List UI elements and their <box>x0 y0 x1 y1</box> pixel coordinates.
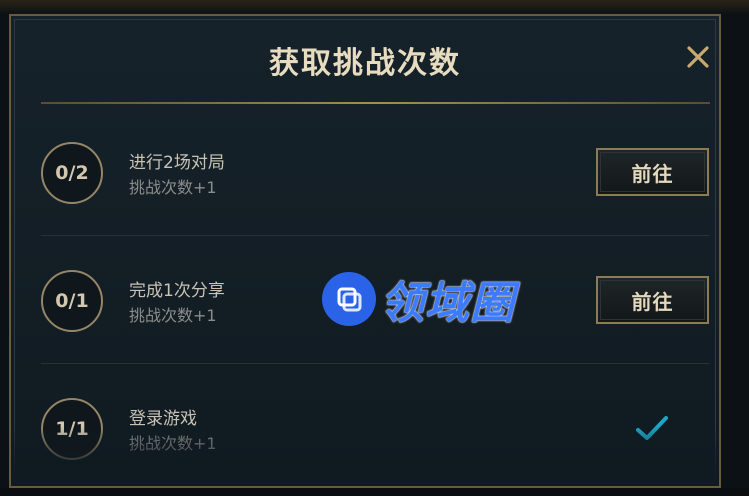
task-row-share: 0/1 完成1次分享 挑战次数+1 前往 <box>41 236 710 364</box>
go-button-label: 前往 <box>631 289 674 314</box>
task-reward: 挑战次数+1 <box>129 178 217 197</box>
task-title: 进行2场对局 <box>129 153 225 173</box>
task-row-matches: 0/2 进行2场对局 挑战次数+1 前往 <box>41 108 710 236</box>
bottom-edge <box>0 488 749 496</box>
task-reward: 挑战次数+1 <box>129 434 217 453</box>
checkmark-icon <box>636 416 668 440</box>
close-button[interactable] <box>683 42 713 72</box>
top-strip <box>0 0 749 14</box>
go-button-label: 前往 <box>631 161 674 186</box>
task-reward: 挑战次数+1 <box>129 306 217 325</box>
task-title: 完成1次分享 <box>129 281 225 301</box>
dialog-title: 获取挑战次数 <box>269 46 461 81</box>
go-button-matches[interactable]: 前往 <box>596 148 709 196</box>
close-icon <box>687 46 709 68</box>
challenge-count-dialog: 获取挑战次数 0/2 进行2场对局 挑战次数+1 前往 0/1 完成1次分享 挑… <box>9 14 721 488</box>
task-progress-ring: 0/2 <box>41 142 103 204</box>
task-title: 登录游戏 <box>129 409 197 429</box>
go-button-share[interactable]: 前往 <box>596 276 709 324</box>
task-row-login: 1/1 登录游戏 挑战次数+1 <box>41 364 710 486</box>
task-progress-ring: 0/1 <box>41 270 103 332</box>
task-progress-ring: 1/1 <box>41 398 103 460</box>
title-divider <box>41 102 710 104</box>
